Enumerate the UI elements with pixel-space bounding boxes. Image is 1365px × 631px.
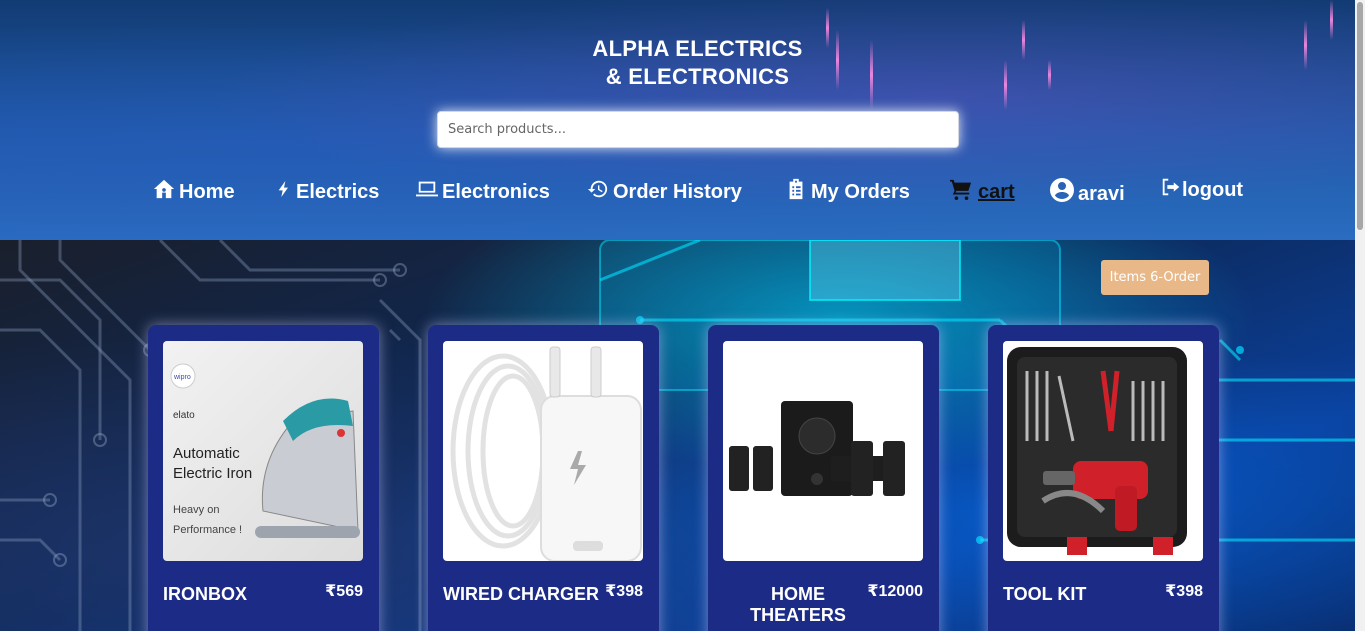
home-theater-illustration — [729, 401, 905, 496]
ironbox-headline-1: Automatic — [173, 445, 240, 462]
site-title-line1: ALPHA ELECTRICS — [592, 36, 803, 61]
site-title: ALPHA ELECTRICS & ELECTRONICS — [0, 35, 1355, 91]
ironbox-tagline-1: Heavy on — [173, 504, 219, 516]
ironbox-tagline-2: Performance ! — [173, 524, 242, 536]
logout-icon — [1162, 178, 1180, 196]
ironbox-subbrand-text: elato — [173, 410, 195, 421]
product-price: ₹398 — [605, 583, 643, 600]
product-price: ₹12000 — [867, 583, 923, 600]
nav-electrics[interactable]: Electrics — [276, 178, 379, 204]
product-card[interactable]: wipro elato Automatic Electric Iron Heav… — [148, 325, 379, 631]
nav-electronics-label: Electronics — [442, 181, 550, 203]
scrollbar-thumb[interactable] — [1357, 2, 1363, 230]
nav-my-orders[interactable]: My Orders — [785, 178, 910, 204]
product-image-wired-charger — [443, 341, 643, 561]
nav-my-orders-label: My Orders — [811, 181, 910, 203]
nav-home-label: Home — [179, 181, 235, 203]
nav-cart[interactable]: cart — [948, 178, 1015, 204]
ironbox-brand-text: wipro — [173, 374, 191, 381]
nav-order-history-label: Order History — [613, 181, 742, 203]
laptop-icon — [416, 181, 438, 197]
charger-illustration — [450, 346, 642, 561]
nav-home[interactable]: Home — [153, 178, 235, 204]
ironbox-illustration: wipro elato Automatic Electric Iron Heav… — [170, 363, 360, 538]
tool-kit-illustration — [1007, 347, 1187, 555]
product-price: ₹398 — [1165, 583, 1203, 600]
clipboard-icon — [789, 178, 803, 200]
product-image-ironbox: wipro elato Automatic Electric Iron Heav… — [163, 341, 363, 561]
cart-icon — [950, 179, 972, 200]
site-header: ALPHA ELECTRICS & ELECTRONICS Home Elect… — [0, 0, 1355, 240]
nav-user[interactable]: aravi — [1050, 178, 1125, 206]
product-card[interactable]: TOOL KIT ₹398 — [988, 325, 1219, 631]
home-icon — [153, 179, 175, 199]
ironbox-headline-2: Electric Iron — [173, 465, 252, 482]
product-card[interactable]: WIRED CHARGER ₹398 — [428, 325, 659, 631]
product-name: HOME THEATERS — [750, 584, 846, 625]
page-scrollbar[interactable] — [1355, 0, 1365, 631]
product-image-tool-kit — [1003, 341, 1203, 561]
product-image-home-theaters — [723, 341, 923, 561]
product-price: ₹569 — [325, 583, 363, 600]
product-name: IRONBOX — [163, 584, 248, 604]
decor-streak — [1330, 0, 1333, 40]
product-name: WIRED CHARGER — [443, 584, 599, 604]
order-items-badge[interactable]: Items 6-Order — [1101, 260, 1209, 295]
nav-user-label: aravi — [1078, 183, 1125, 205]
history-icon — [587, 180, 608, 198]
nav-cart-label: cart — [978, 181, 1015, 203]
nav-order-history[interactable]: Order History — [587, 178, 742, 204]
nav-logout[interactable]: logout — [1160, 176, 1243, 202]
nav-logout-label: logout — [1182, 179, 1244, 201]
nav-electrics-label: Electrics — [296, 181, 380, 203]
product-name: TOOL KIT — [1003, 584, 1087, 604]
bolt-icon — [278, 181, 288, 197]
nav-electronics[interactable]: Electronics — [416, 178, 550, 204]
order-items-badge-label: Items 6-Order — [1109, 270, 1201, 285]
search-input[interactable] — [437, 111, 959, 148]
product-card[interactable]: HOME THEATERS ₹12000 — [708, 325, 939, 631]
user-circle-icon — [1050, 178, 1074, 202]
site-title-line2: & ELECTRONICS — [605, 64, 790, 89]
